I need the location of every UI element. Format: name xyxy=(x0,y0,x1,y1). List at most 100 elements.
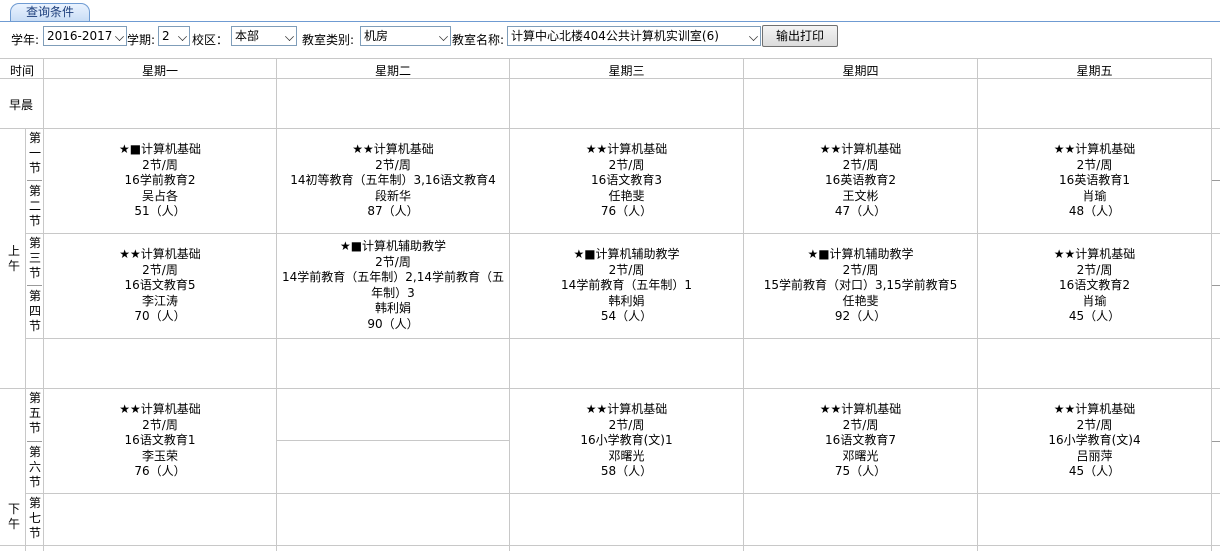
frequency: 2节/周 xyxy=(142,262,178,277)
frequency: 2节/周 xyxy=(842,262,879,277)
class-group: 16英语教育2 xyxy=(825,173,896,187)
teacher: 任艳斐 xyxy=(842,293,879,308)
class-group: 16英语教育1 xyxy=(1059,173,1130,187)
class-group: 16语文教育3 xyxy=(591,173,662,187)
campus-label: 校区： xyxy=(192,33,229,47)
class-block-mon-p34[interactable]: ★★计算机基础 2节/周 16语文教育5 李江涛 70（人） xyxy=(44,247,276,325)
year-select-value: 2016-2017 xyxy=(47,29,113,43)
class-block-tue-p12[interactable]: ★★计算机基础 2节/周 14初等教育（五年制）3,16语文教育4 段新华 87… xyxy=(277,142,509,220)
teacher: 肖瑜 xyxy=(1082,293,1107,308)
room-type-select[interactable]: 机房 xyxy=(360,26,451,46)
class-block-wed-p56[interactable]: ★★计算机基础 2节/周 16小学教育(文)1 邓曙光 58（人） xyxy=(510,402,743,480)
teacher: 肖瑜 xyxy=(1082,188,1107,203)
frequency: 2节/周 xyxy=(842,157,879,172)
chevron-down-icon xyxy=(115,32,124,41)
query-conditions-tab[interactable]: 查询条件 xyxy=(10,3,90,21)
course-name: ★■计算机辅助教学 xyxy=(339,239,447,253)
period-divider xyxy=(27,285,42,286)
grid-line xyxy=(277,440,510,441)
row-label-morning: 早晨 xyxy=(9,98,34,112)
row-label-am: 上午 xyxy=(7,244,20,273)
room-type-label: 教室类别: xyxy=(302,33,355,47)
course-name: ★★计算机基础 xyxy=(585,142,668,156)
class-group: 16小学教育(文)1 xyxy=(580,433,673,447)
headcount: 76（人） xyxy=(134,464,186,478)
frequency: 2节/周 xyxy=(1076,157,1113,172)
teacher: 段新华 xyxy=(374,188,411,203)
headcount: 70（人） xyxy=(134,309,186,323)
teacher: 李江涛 xyxy=(141,293,178,308)
period-divider xyxy=(1212,180,1220,181)
period-divider xyxy=(1212,285,1220,286)
chevron-down-icon xyxy=(285,32,294,41)
teacher: 邓曙光 xyxy=(842,448,879,463)
class-group: 14学前教育（五年制）1 xyxy=(561,278,692,292)
grid-line xyxy=(0,388,1220,389)
period-divider xyxy=(27,441,42,442)
chevron-down-icon xyxy=(749,32,758,41)
period-label-6: 第六节 xyxy=(28,445,41,489)
course-name: ★■计算机辅助教学 xyxy=(573,247,680,261)
course-name: ★★计算机基础 xyxy=(1053,402,1136,416)
room-name-select[interactable]: 计算中心北楼404公共计算机实训室(6) xyxy=(507,26,761,46)
grid-line xyxy=(25,493,1220,494)
grid-line xyxy=(25,338,1220,339)
class-block-thu-p12[interactable]: ★★计算机基础 2节/周 16英语教育2 王文彬 47（人） xyxy=(744,142,977,220)
course-name: ★★计算机基础 xyxy=(119,402,201,416)
class-block-wed-p12[interactable]: ★★计算机基础 2节/周 16语文教育3 任艳斐 76（人） xyxy=(510,142,743,220)
grid-line xyxy=(0,128,1220,129)
headcount: 45（人） xyxy=(1068,464,1121,478)
year-select[interactable]: 2016-2017 xyxy=(43,26,127,46)
teacher: 李玉荣 xyxy=(141,448,178,463)
headcount: 90（人） xyxy=(367,316,419,331)
print-button[interactable]: 输出打印 xyxy=(762,25,838,47)
class-block-tue-p34[interactable]: ★■计算机辅助教学 2节/周 14学前教育（五年制）2,14学前教育（五年制）3… xyxy=(277,239,509,332)
day-header-mon: 星期一 xyxy=(141,64,178,78)
teacher: 韩利娟 xyxy=(374,301,411,315)
frequency: 2节/周 xyxy=(142,417,178,432)
term-label: 学期: xyxy=(127,33,156,47)
class-group: 14初等教育（五年制）3,16语文教育4 xyxy=(290,173,496,187)
course-name: ★★计算机基础 xyxy=(585,402,668,416)
frequency: 2节/周 xyxy=(608,262,645,277)
period-label-5: 第五节 xyxy=(28,391,41,435)
frequency: 2节/周 xyxy=(1076,262,1113,277)
class-block-thu-p34[interactable]: ★■计算机辅助教学 2节/周 15学前教育（对口）3,15学前教育5 任艳斐 9… xyxy=(744,247,977,325)
period-label-2: 第二节 xyxy=(28,184,41,228)
headcount: 45（人） xyxy=(1068,309,1121,323)
grid-line xyxy=(0,58,1212,59)
class-group: 14学前教育（五年制）2,14学前教育（五年制）3 xyxy=(282,270,504,300)
frequency: 2节/周 xyxy=(608,417,645,432)
teacher: 吴占各 xyxy=(141,188,178,203)
frequency: 2节/周 xyxy=(375,254,411,269)
class-block-mon-p56[interactable]: ★★计算机基础 2节/周 16语文教育1 李玉荣 76（人） xyxy=(44,402,276,480)
filter-bar: 学年: 2016-2017 学期: 2 校区： 本部 教室类别: 机房 教室名称… xyxy=(0,24,1220,50)
class-block-fri-p34[interactable]: ★★计算机基础 2节/周 16语文教育2 肖瑜 45（人） xyxy=(978,247,1211,325)
headcount: 58（人） xyxy=(600,464,653,478)
term-select-value: 2 xyxy=(162,29,170,43)
period-divider xyxy=(1212,441,1220,442)
class-block-fri-p56[interactable]: ★★计算机基础 2节/周 16小学教育(文)4 吕丽萍 45（人） xyxy=(978,402,1211,480)
headcount: 51（人） xyxy=(134,204,186,218)
class-group: 15学前教育（对口）3,15学前教育5 xyxy=(763,278,958,292)
time-header: 时间 xyxy=(10,64,35,78)
class-block-mon-p12[interactable]: ★■计算机基础 2节/周 16学前教育2 吴占各 51（人） xyxy=(44,142,276,220)
chevron-down-icon xyxy=(439,32,448,41)
class-group: 16语文教育1 xyxy=(124,433,196,447)
class-block-wed-p34[interactable]: ★■计算机辅助教学 2节/周 14学前教育（五年制）1 韩利娟 54（人） xyxy=(510,247,743,325)
day-header-tue: 星期二 xyxy=(374,64,411,78)
teacher: 邓曙光 xyxy=(608,448,645,463)
class-block-thu-p56[interactable]: ★★计算机基础 2节/周 16语文教育7 邓曙光 75（人） xyxy=(744,402,977,480)
period-label-1: 第一节 xyxy=(28,131,41,175)
frequency: 2节/周 xyxy=(142,157,178,172)
term-select[interactable]: 2 xyxy=(158,26,190,46)
class-block-fri-p12[interactable]: ★★计算机基础 2节/周 16英语教育1 肖瑜 48（人） xyxy=(978,142,1211,220)
headcount: 54（人） xyxy=(600,309,653,323)
teacher: 韩利娟 xyxy=(608,293,645,308)
campus-select[interactable]: 本部 xyxy=(231,26,297,46)
headcount: 75（人） xyxy=(834,464,887,478)
class-group: 16语文教育7 xyxy=(825,433,896,447)
headcount: 48（人） xyxy=(1068,204,1121,218)
class-group: 16学前教育2 xyxy=(124,173,196,187)
year-label: 学年: xyxy=(11,33,40,47)
